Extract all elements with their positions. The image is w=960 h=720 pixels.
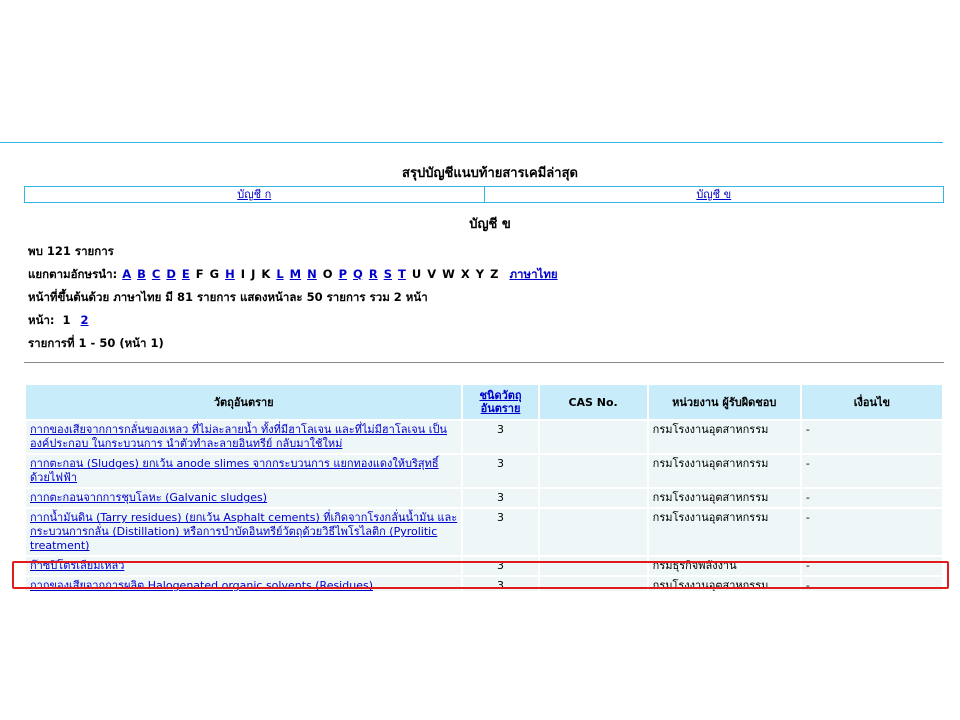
cell-substance-name: กากน้ำมันดิน (Tarry residues) (ยกเว้น As… <box>26 509 462 555</box>
cell-cas-number <box>539 455 647 487</box>
cell-responsible-agency: กรมโรงงานอุตสาหกรรม <box>648 421 800 453</box>
cell-condition: - <box>801 455 942 487</box>
list-tabs: บัญชี ก บัญชี ข <box>24 186 944 203</box>
table-header-row: วัตถุอันตราย ชนิดวัตถุอันตราย CAS No. หน… <box>26 385 942 419</box>
cell-substance-name: กากตะกอนจากการชุบโลหะ (Galvanic sludges) <box>26 489 462 507</box>
table-row: กากตะกอนจากการชุบโลหะ (Galvanic sludges)… <box>26 489 942 507</box>
alpha-letter-b[interactable]: B <box>137 267 146 281</box>
alpha-letter-o: O <box>322 267 333 281</box>
alpha-letters: A B C D E F G H I J K L M N O P Q R S T … <box>121 267 503 281</box>
cell-substance-type: 3 <box>463 509 538 555</box>
alpha-letter-k: K <box>261 267 271 281</box>
table-row: กากน้ำมันดิน (Tarry residues) (ยกเว้น As… <box>26 509 942 555</box>
page-summary: หน้าที่ขึ้นต้นด้วย ภาษาไทย มี 81 รายการ … <box>28 290 428 304</box>
header-type-sort-link[interactable]: ชนิดวัตถุอันตราย <box>479 389 521 415</box>
cell-substance-name: ก๊าซปิโตรเลียมเหลว <box>26 557 462 575</box>
found-count: พบ 121 รายการ <box>28 244 114 258</box>
table-body: กากของเสียจากการกลั่นของเหลว ที่ไม่ละลาย… <box>26 421 942 591</box>
list-title: บัญชี ข <box>469 217 511 232</box>
table-row: กากตะกอน (Sludges) ยกเว้น anode slimes จ… <box>26 455 942 487</box>
cell-cas-number <box>539 577 647 591</box>
alpha-letter-f: F <box>195 267 204 281</box>
tab-list-b-link[interactable]: บัญชี ข <box>696 188 731 201</box>
alpha-letter-l[interactable]: L <box>276 267 283 281</box>
alpha-thai-link[interactable]: ภาษาไทย <box>509 267 557 281</box>
top-divider <box>0 142 943 143</box>
table-row: กากของเสียจากการผลิต Halogenated organic… <box>26 577 942 591</box>
header-condition: เงื่อนไข <box>801 385 942 419</box>
substance-link[interactable]: กากตะกอนจากการชุบโลหะ (Galvanic sludges) <box>30 491 267 504</box>
results-table-container: วัตถุอันตราย ชนิดวัตถุอันตราย CAS No. หน… <box>24 383 944 591</box>
alpha-letter-r[interactable]: R <box>369 267 378 281</box>
cell-responsible-agency: กรมโรงงานอุตสาหกรรม <box>648 455 800 487</box>
substance-link[interactable]: กากของเสียจากการกลั่นของเหลว ที่ไม่ละลาย… <box>30 423 447 450</box>
alpha-letter-z: Z <box>490 267 499 281</box>
substance-link[interactable]: กากของเสียจากการผลิต Halogenated organic… <box>30 579 373 591</box>
cell-responsible-agency: กรมโรงงานอุตสาหกรรม <box>648 489 800 507</box>
cell-cas-number <box>539 557 647 575</box>
cell-substance-name: กากของเสียจากการกลั่นของเหลว ที่ไม่ละลาย… <box>26 421 462 453</box>
cell-responsible-agency: กรมโรงงานอุตสาหกรรม <box>648 577 800 591</box>
table-row: ก๊าซปิโตรเลียมเหลว 3 กรมธุรกิจพลังงาน - <box>26 557 942 575</box>
cell-substance-name: กากของเสียจากการผลิต Halogenated organic… <box>26 577 462 591</box>
alpha-letter-s[interactable]: S <box>384 267 392 281</box>
page-heading: สรุปบัญชีแนบท้ายสารเคมีล่าสุด <box>402 166 578 181</box>
alpha-index: แยกตามอักษรนำ: A B C D E F G H I J K L M… <box>28 266 558 284</box>
cell-cas-number <box>539 489 647 507</box>
alpha-index-label: แยกตามอักษรนำ: <box>28 267 118 281</box>
tab-list-a: บัญชี ก <box>25 187 484 202</box>
alpha-letter-a[interactable]: A <box>122 267 131 281</box>
cell-cas-number <box>539 509 647 555</box>
alpha-letter-u: U <box>411 267 422 281</box>
alpha-letter-i: I <box>240 267 246 281</box>
substance-link[interactable]: ก๊าซปิโตรเลียมเหลว <box>30 559 124 572</box>
table-row: กากของเสียจากการกลั่นของเหลว ที่ไม่ละลาย… <box>26 421 942 453</box>
substance-link[interactable]: กากตะกอน (Sludges) ยกเว้น anode slimes จ… <box>30 457 439 484</box>
substance-link[interactable]: กากน้ำมันดิน (Tarry residues) (ยกเว้น As… <box>30 511 457 552</box>
alpha-letter-q[interactable]: Q <box>353 267 363 281</box>
alpha-letter-j: J <box>251 267 256 281</box>
cell-condition: - <box>801 577 942 591</box>
header-agency: หน่วยงาน ผู้รับผิดชอบ <box>648 385 800 419</box>
cell-responsible-agency: กรมธุรกิจพลังงาน <box>648 557 800 575</box>
cell-condition: - <box>801 421 942 453</box>
cell-condition: - <box>801 509 942 555</box>
alpha-letter-x: X <box>460 267 470 281</box>
cell-substance-type: 3 <box>463 489 538 507</box>
header-type[interactable]: ชนิดวัตถุอันตราย <box>463 385 538 419</box>
alpha-letter-g: G <box>209 267 220 281</box>
cell-condition: - <box>801 557 942 575</box>
results-table: วัตถุอันตราย ชนิดวัตถุอันตราย CAS No. หน… <box>24 383 944 591</box>
alpha-letter-y: Y <box>475 267 485 281</box>
tab-list-a-link[interactable]: บัญชี ก <box>237 188 271 201</box>
header-cas: CAS No. <box>539 385 647 419</box>
cell-condition: - <box>801 489 942 507</box>
cell-substance-type: 3 <box>463 455 538 487</box>
alpha-letter-h[interactable]: H <box>225 267 235 281</box>
header-substance: วัตถุอันตราย <box>26 385 462 419</box>
alpha-letter-w: W <box>442 267 455 281</box>
range-info: รายการที่ 1 - 50 (หน้า 1) <box>28 336 164 350</box>
pagination-current: 1 <box>62 313 71 327</box>
section-divider <box>24 362 944 363</box>
alpha-letter-m[interactable]: M <box>290 267 301 281</box>
alpha-letter-c[interactable]: C <box>152 267 160 281</box>
alpha-letter-p[interactable]: P <box>339 267 347 281</box>
alpha-letter-v: V <box>427 267 437 281</box>
cell-substance-type: 3 <box>463 557 538 575</box>
cell-substance-name: กากตะกอน (Sludges) ยกเว้น anode slimes จ… <box>26 455 462 487</box>
pagination-page-2[interactable]: 2 <box>81 313 89 327</box>
alpha-letter-n[interactable]: N <box>307 267 317 281</box>
cell-responsible-agency: กรมโรงงานอุตสาหกรรม <box>648 509 800 555</box>
alpha-letter-t[interactable]: T <box>398 267 406 281</box>
alpha-letter-e[interactable]: E <box>182 267 190 281</box>
pagination-label: หน้า: <box>28 313 55 327</box>
alpha-letter-d[interactable]: D <box>166 267 176 281</box>
cell-substance-type: 3 <box>463 421 538 453</box>
pagination: หน้า: 1 2 <box>28 312 89 330</box>
tab-list-b: บัญชี ข <box>483 187 944 202</box>
cell-cas-number <box>539 421 647 453</box>
cell-substance-type: 3 <box>463 577 538 591</box>
